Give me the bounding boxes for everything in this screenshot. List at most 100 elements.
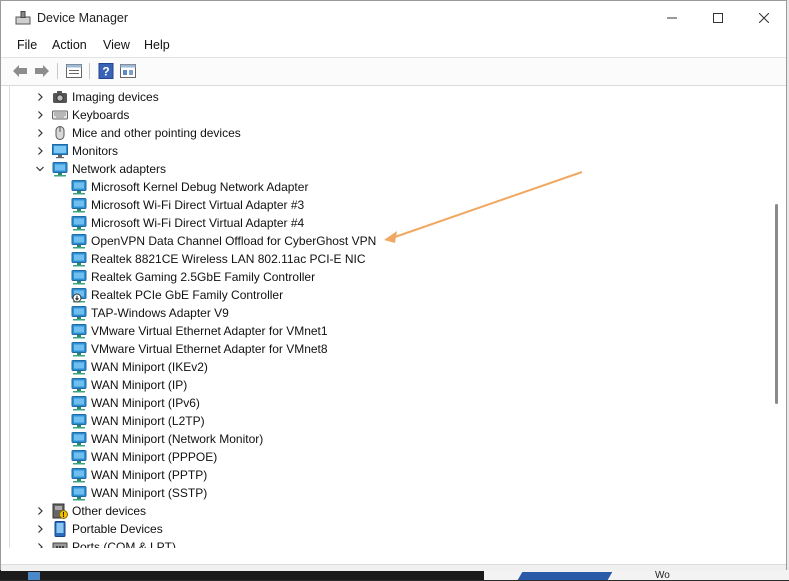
back-button[interactable] — [11, 62, 29, 80]
svg-text:?: ? — [102, 65, 109, 79]
menu-help[interactable]: Help — [144, 38, 170, 52]
network-icon — [71, 413, 87, 429]
tree-device-wan-miniport-pptp[interactable]: WAN Miniport (PPTP) — [10, 466, 770, 484]
tree-device-wan-miniport-pppoe[interactable]: WAN Miniport (PPPOE) — [10, 448, 770, 466]
tree-item-label: Monitors — [72, 144, 119, 158]
back-icon — [13, 65, 27, 77]
tree-category-network-adapters[interactable]: Network adapters — [10, 160, 770, 178]
network-disabled-icon — [71, 287, 87, 303]
tree-item-label: WAN Miniport (Network Monitor) — [91, 432, 264, 446]
svg-text:!: ! — [62, 512, 64, 519]
tree-category-mice-and-other-pointing-devices[interactable]: Mice and other pointing devices — [10, 124, 770, 142]
tree-category-keyboards[interactable]: Keyboards — [10, 106, 770, 124]
tree-item-label: VMware Virtual Ethernet Adapter for VMne… — [91, 324, 328, 338]
tree-item-label: Portable Devices — [72, 522, 163, 536]
network-icon — [71, 215, 87, 231]
tree-category-imaging-devices[interactable]: Imaging devices — [10, 88, 770, 106]
tree-device-wan-miniport-ipv6[interactable]: WAN Miniport (IPv6) — [10, 394, 770, 412]
tree-item-label: WAN Miniport (PPPOE) — [91, 450, 218, 464]
tree-device-tap-windows-adapter-v9[interactable]: TAP-Windows Adapter V9 — [10, 304, 770, 322]
tree-device-vmware-virtual-ethernet-adapter-for-vmnet1[interactable]: VMware Virtual Ethernet Adapter for VMne… — [10, 322, 770, 340]
maximize-button[interactable] — [695, 1, 741, 35]
portable-device-icon — [52, 521, 68, 537]
tree-item-label: Realtek Gaming 2.5GbE Family Controller — [91, 270, 316, 284]
tree-device-microsoft-wi-fi-direct-virtual-adapter-4[interactable]: Microsoft Wi-Fi Direct Virtual Adapter #… — [10, 214, 770, 232]
tree-item-label: WAN Miniport (SSTP) — [91, 486, 208, 500]
update-icon — [120, 64, 136, 78]
tree-item-label: Network adapters — [72, 162, 167, 176]
tree-device-vmware-virtual-ethernet-adapter-for-vmnet8[interactable]: VMware Virtual Ethernet Adapter for VMne… — [10, 340, 770, 358]
update-driver-button[interactable] — [119, 62, 137, 80]
minimize-icon — [667, 17, 677, 19]
horizontal-scrollbar[interactable] — [9, 548, 785, 564]
chevron-right-icon[interactable] — [34, 127, 46, 139]
forward-button[interactable] — [33, 62, 51, 80]
close-button[interactable] — [741, 1, 787, 35]
device-tree[interactable]: Imaging devices Keyboards Mice and other p… — [9, 86, 770, 548]
tree-item-label: Ports (COM & LPT) — [72, 540, 177, 548]
network-icon — [71, 197, 87, 213]
tree-item-label: Realtek 8821CE Wireless LAN 802.11ac PCI… — [91, 252, 366, 266]
chevron-right-icon[interactable] — [34, 505, 46, 517]
chevron-right-icon[interactable] — [34, 109, 46, 121]
help-button[interactable]: ? — [97, 62, 115, 80]
window-title: Device Manager — [37, 11, 129, 25]
title-bar[interactable]: Device Manager — [1, 1, 786, 35]
tree-item-label: VMware Virtual Ethernet Adapter for VMne… — [91, 342, 328, 356]
tree-category-portable-devices[interactable]: Portable Devices — [10, 520, 770, 538]
close-icon — [759, 13, 769, 23]
network-icon — [71, 179, 87, 195]
network-icon — [71, 485, 87, 501]
tree-device-wan-miniport-network-monitor[interactable]: WAN Miniport (Network Monitor) — [10, 430, 770, 448]
tree-item-label: Other devices — [72, 504, 147, 518]
tree-item-label: TAP-Windows Adapter V9 — [91, 306, 229, 320]
chevron-down-icon[interactable] — [34, 163, 46, 175]
network-icon — [71, 323, 87, 339]
chevron-right-icon[interactable] — [34, 541, 46, 548]
maximize-icon — [713, 13, 723, 23]
taskbar-icon — [28, 572, 40, 580]
menu-file[interactable]: File — [17, 38, 37, 52]
tree-item-label: Microsoft Kernel Debug Network Adapter — [91, 180, 309, 194]
tree-device-realtek-pcie-gbe-family-controller[interactable]: Realtek PCIe GbE Family Controller — [10, 286, 770, 304]
tree-item-label: WAN Miniport (IP) — [91, 378, 188, 392]
keyboard-icon — [52, 107, 68, 123]
unknown-device-icon: ! — [52, 503, 68, 519]
chevron-right-icon[interactable] — [34, 523, 46, 535]
menu-view[interactable]: View — [103, 38, 130, 52]
tree-device-wan-miniport-ikev2[interactable]: WAN Miniport (IKEv2) — [10, 358, 770, 376]
properties-button[interactable] — [65, 62, 83, 80]
status-bar — [1, 564, 786, 571]
toolbar: ? — [1, 58, 786, 86]
tree-item-label: Realtek PCIe GbE Family Controller — [91, 288, 284, 302]
chevron-right-icon[interactable] — [34, 145, 46, 157]
vertical-scrollbar-thumb[interactable] — [775, 204, 778, 404]
tree-item-label: Microsoft Wi-Fi Direct Virtual Adapter #… — [91, 198, 305, 212]
tree-device-wan-miniport-ip[interactable]: WAN Miniport (IP) — [10, 376, 770, 394]
device-manager-window: Device Manager File Action View Help ? I… — [0, 0, 787, 571]
tree-item-label: WAN Miniport (IKEv2) — [91, 360, 208, 374]
menu-bar: File Action View Help — [1, 35, 786, 58]
tree-category-other-devices[interactable]: ! Other devices — [10, 502, 770, 520]
tree-device-wan-miniport-l2tp[interactable]: WAN Miniport (L2TP) — [10, 412, 770, 430]
chevron-right-icon[interactable] — [34, 91, 46, 103]
menu-action[interactable]: Action — [52, 38, 87, 52]
tree-device-microsoft-kernel-debug-network-adapter[interactable]: Microsoft Kernel Debug Network Adapter — [10, 178, 770, 196]
network-icon — [52, 161, 68, 177]
network-icon — [71, 467, 87, 483]
desktop-taskbar-peek: Wo — [0, 570, 789, 581]
vertical-scrollbar[interactable] — [769, 86, 785, 548]
minimize-button[interactable] — [649, 1, 695, 35]
tree-category-monitors[interactable]: Monitors — [10, 142, 770, 160]
desktop-text-peek: Wo — [655, 570, 670, 581]
tree-device-microsoft-wi-fi-direct-virtual-adapter-3[interactable]: Microsoft Wi-Fi Direct Virtual Adapter #… — [10, 196, 770, 214]
tree-item-label: WAN Miniport (PPTP) — [91, 468, 208, 482]
tree-device-openvpn-data-channel-offload-for-cyberghost-vpn[interactable]: OpenVPN Data Channel Offload for CyberGh… — [10, 232, 770, 250]
tree-category-ports-com-lpt[interactable]: Ports (COM & LPT) — [10, 538, 770, 548]
tree-item-label: WAN Miniport (L2TP) — [91, 414, 205, 428]
tree-device-realtek-8821ce-wireless-lan-802-11ac-pci-e-nic[interactable]: Realtek 8821CE Wireless LAN 802.11ac PCI… — [10, 250, 770, 268]
tree-device-realtek-gaming-2-5gbe-family-controller[interactable]: Realtek Gaming 2.5GbE Family Controller — [10, 268, 770, 286]
network-icon — [71, 359, 87, 375]
toolbar-separator — [89, 63, 90, 79]
tree-device-wan-miniport-sstp[interactable]: WAN Miniport (SSTP) — [10, 484, 770, 502]
